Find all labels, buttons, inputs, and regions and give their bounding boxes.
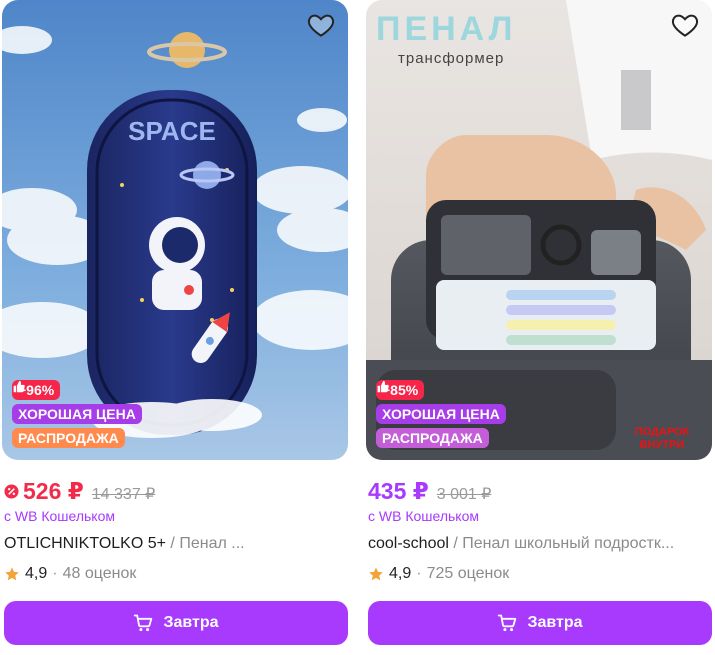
gift-inside-text: ПОДАРОК — [635, 426, 690, 438]
badge-list: −85% ХОРОШАЯ ЦЕНА РАСПРОДАЖА — [376, 380, 506, 448]
favorite-heart-button[interactable] — [306, 10, 340, 44]
product-grid: SPACE −96% ХОРОШАЯ ЦЕНА РАСПРОДАЖА 526 ₽… — [0, 0, 715, 655]
price-row: 526 ₽ 14 337 ₽ — [4, 478, 155, 505]
thumbs-up-icon — [13, 380, 25, 393]
badge-list: −96% ХОРОШАЯ ЦЕНА РАСПРОДАЖА — [12, 380, 142, 448]
sale-badge: РАСПРОДАЖА — [12, 428, 125, 448]
wallet-note: с WB Кошельком — [4, 508, 115, 524]
current-price: 435 ₽ — [368, 478, 429, 505]
product-card[interactable]: ПЕНАЛ трансформер ПОДАРОК ВНУТРИ −85% ХО… — [366, 0, 714, 655]
old-price: 3 001 ₽ — [436, 486, 492, 503]
title-separator: / — [448, 535, 463, 552]
old-price: 14 337 ₽ — [91, 486, 156, 503]
rating-separator: · — [416, 565, 422, 582]
case-print-text: SPACE — [128, 116, 216, 146]
product-card[interactable]: SPACE −96% ХОРОШАЯ ЦЕНА РАСПРОДАЖА 526 ₽… — [2, 0, 350, 655]
favorite-heart-button[interactable] — [670, 10, 704, 44]
wallet-note: с WB Кошельком — [368, 508, 479, 524]
star-icon — [5, 567, 19, 581]
heart-icon — [307, 14, 335, 37]
good-price-label: ХОРОШАЯ ЦЕНА — [382, 406, 500, 422]
star-icon — [369, 567, 383, 581]
good-price-label: ХОРОШАЯ ЦЕНА — [18, 406, 136, 422]
heart-icon — [671, 14, 699, 37]
product-title[interactable]: cool-school / Пенал школьный подростк... — [368, 535, 710, 553]
rating-row: 4,9 · 725 оценок — [368, 565, 509, 583]
brand-name[interactable]: cool-school — [368, 535, 449, 552]
rating-row: 4,9 · 48 оценок — [4, 565, 136, 583]
product-title[interactable]: OTLICHNIKTOLKO 5+ / Пенал ... — [4, 535, 346, 553]
delivery-label: Завтра — [527, 614, 583, 631]
rating-separator: · — [52, 565, 58, 582]
image-subtitle-text: трансформер — [398, 50, 504, 67]
product-name[interactable]: Пенал школьный подростк... — [462, 535, 674, 552]
title-separator: / — [165, 535, 180, 552]
good-price-badge: ХОРОШАЯ ЦЕНА — [12, 380, 142, 424]
thumbs-up-icon — [377, 380, 389, 393]
product-photo[interactable]: SPACE −96% ХОРОШАЯ ЦЕНА РАСПРОДАЖА — [2, 0, 348, 460]
current-price: 526 ₽ — [4, 478, 84, 505]
cart-icon — [134, 614, 153, 632]
product-photo[interactable]: ПЕНАЛ трансформер ПОДАРОК ВНУТРИ −85% ХО… — [366, 0, 712, 460]
rating-score: 4,9 — [25, 565, 48, 582]
reviews-count[interactable]: 725 оценок — [427, 565, 510, 583]
cart-icon — [498, 614, 517, 632]
brand-name[interactable]: OTLICHNIKTOLKO 5+ — [4, 535, 166, 552]
image-title-text: ПЕНАЛ — [376, 10, 517, 48]
sale-badge: РАСПРОДАЖА — [376, 428, 489, 448]
add-to-cart-button[interactable]: Завтра — [368, 601, 712, 645]
delivery-label: Завтра — [163, 614, 219, 631]
current-price-value: 526 ₽ — [23, 478, 84, 504]
good-price-badge: ХОРОШАЯ ЦЕНА — [376, 380, 506, 424]
price-row: 435 ₽ 3 001 ₽ — [368, 478, 491, 505]
add-to-cart-button[interactable]: Завтра — [4, 601, 348, 645]
wallet-discount-icon — [4, 484, 19, 499]
product-name[interactable]: Пенал ... — [179, 535, 244, 552]
reviews-count[interactable]: 48 оценок — [63, 565, 137, 583]
svg-text:ВНУТРИ: ВНУТРИ — [640, 439, 685, 451]
rating-score: 4,9 — [389, 565, 412, 582]
current-price-value: 435 ₽ — [368, 478, 429, 504]
